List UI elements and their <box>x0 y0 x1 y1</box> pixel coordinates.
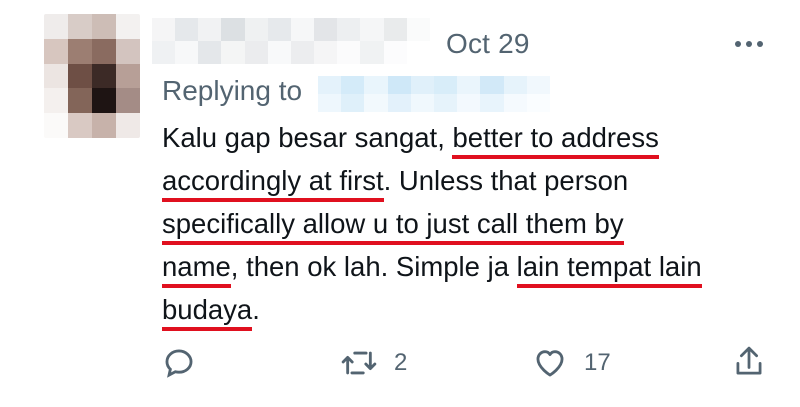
reply-button[interactable] <box>162 346 196 380</box>
retweet-count: 2 <box>394 349 408 376</box>
author-name-redacted[interactable] <box>152 18 430 64</box>
replying-to-handle-redacted[interactable] <box>318 76 550 112</box>
more-options-icon[interactable] <box>730 32 768 56</box>
speech-bubble-icon <box>165 349 193 378</box>
tweet-text-line: accordingly at first. Unless that person <box>162 159 792 202</box>
heart-icon <box>536 350 564 377</box>
underlined-phrase: budaya <box>162 294 253 331</box>
avatar[interactable] <box>44 14 140 138</box>
tweet-text-line: Kalu gap besar sangat, better to address <box>162 116 792 159</box>
tweet-text-line: budaya. <box>162 288 792 331</box>
tweet-text-line: name, then ok lah. Simple ja lain tempat… <box>162 245 792 288</box>
underlined-phrase: accordingly at first <box>162 165 384 202</box>
tweet-date[interactable]: Oct 29 <box>446 28 530 60</box>
replying-to-label: Replying to <box>162 75 303 106</box>
tweet-text-segment: , then ok lah. Simple ja <box>230 251 517 282</box>
tweet-actions-bar: 2 17 <box>0 344 800 384</box>
underlined-phrase: lain tempat lain <box>516 251 702 288</box>
share-button[interactable] <box>732 344 766 380</box>
underlined-phrase: better to address <box>452 122 659 159</box>
tweet-text-segment: . Unless that person <box>383 165 629 196</box>
like-button[interactable]: 17 <box>532 346 611 380</box>
tweet-text-segment: . <box>252 294 260 325</box>
underlined-phrase: specifically allow u to just call them b… <box>162 208 624 245</box>
underlined-phrase: name <box>162 251 231 288</box>
tweet-text-line: specifically allow u to just call them b… <box>162 202 792 245</box>
retweet-button[interactable]: 2 <box>340 346 407 380</box>
tweet-text: Kalu gap besar sangat, better to address… <box>162 116 792 331</box>
tweet-text-segment: Kalu gap besar sangat, <box>162 122 453 153</box>
share-upload-icon <box>736 346 762 375</box>
retweet-icon <box>341 351 377 375</box>
like-count: 17 <box>584 349 611 376</box>
